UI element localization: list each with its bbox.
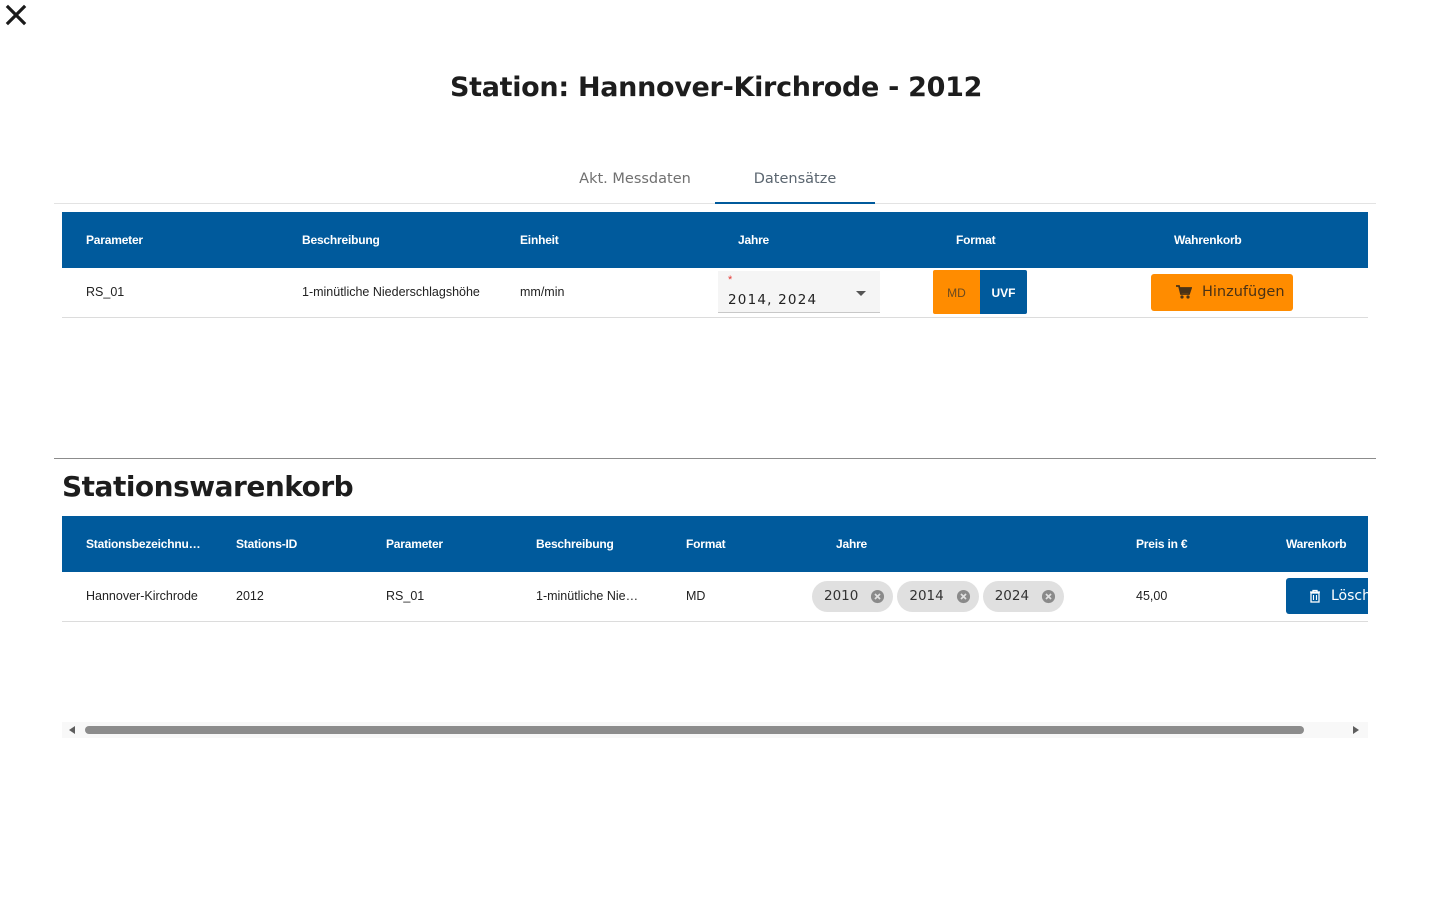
station-dialog: Station: Hannover-Kirchrode - 2012 Akt. … (0, 0, 1432, 918)
year-chip: 2014 (897, 580, 979, 612)
year-chip-label: 2010 (824, 588, 859, 605)
datasets-table: Parameter Beschreibung Einheit Jahre For… (62, 212, 1368, 318)
cart-table-scroll-container: Stationsbezeichnung Stations-ID Paramete… (62, 516, 1368, 622)
header-jahre[interactable]: Jahre (812, 516, 1112, 572)
cell-cart-action: Hinzufügen (1150, 268, 1368, 318)
remove-chip-icon[interactable] (1041, 589, 1056, 604)
cell-format: MD UVF (932, 268, 1150, 318)
cell-years: 2010 2014 2024 (812, 572, 1112, 622)
datasets-header-row: Parameter Beschreibung Einheit Jahre For… (62, 212, 1368, 268)
cell-parameter: RS_01 (62, 268, 278, 318)
tab-bar: Akt. Messdaten Datensätze (54, 158, 1376, 204)
format-md-button[interactable]: MD (933, 270, 980, 315)
header-beschreibung[interactable]: Beschreibung (278, 212, 496, 268)
header-format[interactable]: Format (662, 516, 812, 572)
table-row: Hannover-Kirchrode 2012 RS_01 1-minütlic… (62, 572, 1368, 622)
cell-cart-action: Löschen (1262, 572, 1368, 622)
delete-button[interactable]: Löschen (1286, 578, 1368, 615)
cell-years: * 2014, 2024 (714, 268, 932, 318)
year-chip-label: 2014 (909, 588, 944, 605)
add-to-cart-button[interactable]: Hinzufügen (1151, 273, 1293, 311)
remove-chip-icon[interactable] (956, 589, 971, 604)
header-wahrenkorb[interactable]: Wahrenkorb (1150, 212, 1368, 268)
dialog-title: Station: Hannover-Kirchrode - 2012 (449, 72, 983, 103)
chevron-down-icon[interactable] (856, 291, 866, 297)
horizontal-scrollbar[interactable] (62, 722, 1368, 738)
cell-description: 1-minütliche Niederschlagshöhe (278, 268, 496, 318)
year-chip-label: 2024 (994, 588, 1030, 605)
header-stations-id[interactable]: Stations-ID (212, 516, 362, 572)
scroll-right-arrow-icon[interactable] (1353, 726, 1359, 734)
table-row: RS_01 1-minütliche Niederschlagshöhe mm/… (62, 268, 1368, 318)
header-preis[interactable]: Preis in € (1112, 516, 1262, 572)
close-icon (5, 4, 27, 26)
cell-description: 1-minütliche Niederschlagshöhe (512, 572, 662, 622)
header-beschreibung[interactable]: Beschreibung (512, 516, 662, 572)
cell-parameter: RS_01 (362, 572, 512, 622)
delete-button-label: Löschen (1331, 588, 1368, 605)
header-parameter[interactable]: Parameter (62, 212, 278, 268)
year-chip: 2024 (982, 580, 1065, 612)
header-format[interactable]: Format (932, 212, 1150, 268)
scroll-left-arrow-icon[interactable] (69, 726, 75, 734)
tab-datensaetze[interactable]: Datensätze (715, 158, 875, 204)
header-jahre[interactable]: Jahre (714, 212, 932, 268)
cell-station-name: Hannover-Kirchrode (62, 572, 212, 622)
required-marker: * (728, 274, 733, 287)
format-uvf-button[interactable]: UVF (980, 270, 1027, 315)
cart-title: Stationswarenkorb (62, 470, 354, 503)
header-parameter[interactable]: Parameter (362, 516, 512, 572)
close-button[interactable] (4, 3, 28, 27)
year-chip: 2010 (812, 580, 894, 612)
cell-station-id: 2012 (212, 572, 362, 622)
cart-icon (1176, 285, 1192, 299)
tab-akt-messdaten[interactable]: Akt. Messdaten (555, 158, 715, 204)
remove-chip-icon[interactable] (870, 589, 885, 604)
cell-unit: mm/min (496, 268, 714, 318)
header-einheit[interactable]: Einheit (496, 212, 714, 268)
cell-price: 45,00 (1112, 572, 1262, 622)
add-to-cart-label: Hinzufügen (1202, 284, 1285, 301)
cell-format: MD (662, 572, 812, 622)
scrollbar-thumb[interactable] (85, 726, 1304, 734)
format-toggle-group: MD UVF (933, 270, 1027, 315)
cart-table: Stationsbezeichnung Stations-ID Paramete… (62, 516, 1368, 622)
section-divider (54, 458, 1376, 459)
header-warenkorb[interactable]: Warenkorb (1262, 516, 1368, 572)
years-select-value: 2014, 2024 (728, 292, 818, 309)
years-select[interactable]: * 2014, 2024 (718, 271, 880, 314)
header-stationsbezeichnung[interactable]: Stationsbezeichnung (62, 516, 212, 572)
cart-header-row: Stationsbezeichnung Stations-ID Paramete… (62, 516, 1368, 572)
trash-icon (1310, 590, 1320, 603)
